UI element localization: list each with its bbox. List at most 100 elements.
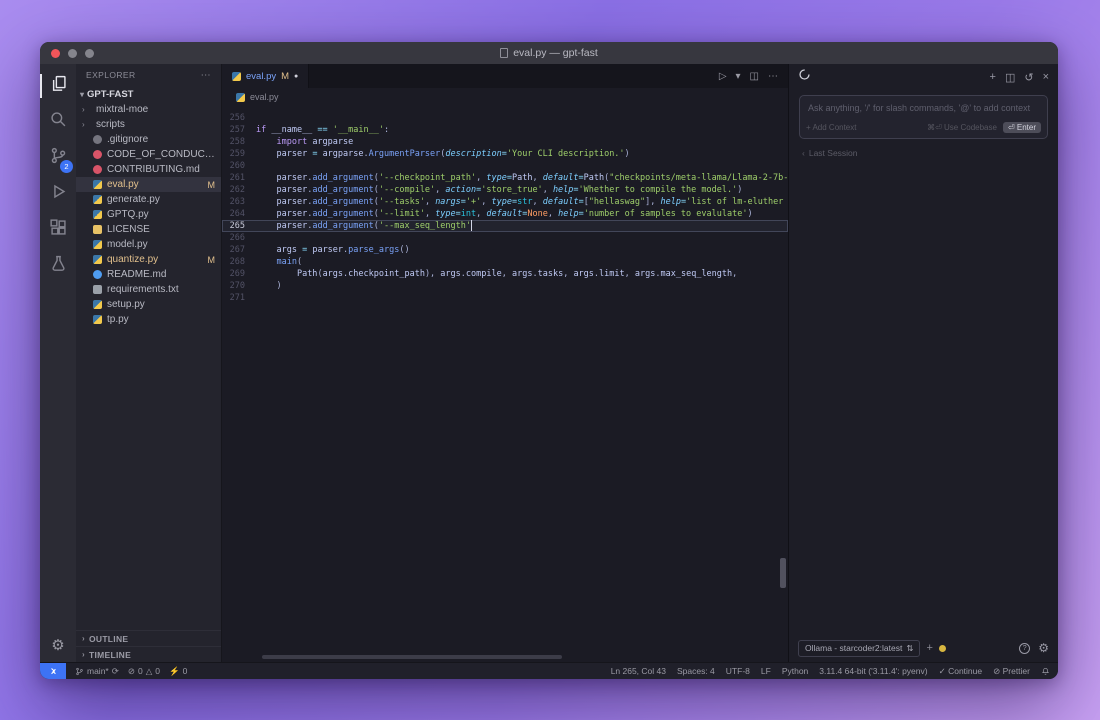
tree-item-tp-py[interactable]: tp.py — [76, 312, 221, 327]
code-text — [256, 160, 788, 172]
code-text: parser.add_argument('--checkpoint_path',… — [256, 172, 788, 184]
enter-button[interactable]: ⏎ Enter — [1003, 122, 1041, 133]
cursor-position[interactable]: Ln 265, Col 43 — [611, 666, 666, 676]
vertical-scrollbar[interactable] — [780, 558, 786, 588]
code-line[interactable]: 271 — [222, 292, 788, 304]
tree-item-contributing-md[interactable]: CONTRIBUTING.md — [76, 162, 221, 177]
code-area[interactable]: 256257if __name__ == '__main__':258 impo… — [222, 106, 788, 662]
modified-badge: M — [208, 255, 216, 265]
ai-chat-panel: + ◫ ↺ × Ask anything, '/' for slash comm… — [788, 64, 1058, 662]
line-number: 271 — [222, 292, 256, 304]
tree-item-requirements-txt[interactable]: requirements.txt — [76, 282, 221, 297]
add-model-button[interactable]: + — [926, 642, 932, 654]
zoom-button[interactable] — [85, 49, 94, 58]
explorer-activity-button[interactable] — [40, 68, 76, 104]
close-panel-icon[interactable]: × — [1043, 71, 1049, 84]
chat-panel-bottom: Ollama - starcoder2:latest ⇅ + ? ⚙ — [789, 634, 1058, 662]
run-python-file-icon[interactable]: ▷ — [719, 71, 727, 82]
history-icon[interactable]: ↺ — [1024, 71, 1033, 84]
remote-indicator[interactable] — [40, 663, 66, 679]
extensions-activity-button[interactable] — [40, 212, 76, 248]
tree-item-mixtral-moe[interactable]: ›mixtral-moe — [76, 102, 221, 117]
settings-gear-icon[interactable]: ⚙ — [51, 636, 64, 654]
code-line[interactable]: 268 main( — [222, 256, 788, 268]
new-session-icon[interactable]: + — [990, 71, 996, 84]
updown-caret-icon: ⇅ — [906, 643, 913, 654]
use-codebase-hint[interactable]: ⌘⏎ Use Codebase — [927, 123, 997, 132]
tab-eval-py[interactable]: eval.py M ● — [222, 64, 309, 88]
tree-item-model-py[interactable]: model.py — [76, 237, 221, 252]
chat-settings-gear-icon[interactable]: ⚙ — [1038, 641, 1049, 655]
code-line[interactable]: 266 — [222, 232, 788, 244]
split-editor-icon[interactable]: ◫ — [750, 71, 759, 82]
code-line[interactable]: 261 parser.add_argument('--checkpoint_pa… — [222, 172, 788, 184]
close-button[interactable] — [51, 49, 60, 58]
tree-item-scripts[interactable]: ›scripts — [76, 117, 221, 132]
last-session-link[interactable]: ‹ Last Session — [802, 148, 1045, 158]
notifications-bell[interactable] — [1041, 667, 1050, 676]
code-text: if __name__ == '__main__': — [256, 124, 788, 136]
python-interpreter[interactable]: 3.11.4 64-bit ('3.11.4': pyenv) — [819, 666, 927, 676]
line-number: 263 — [222, 196, 256, 208]
search-activity-button[interactable] — [40, 104, 76, 140]
chat-input[interactable]: Ask anything, '/' for slash commands, '@… — [799, 95, 1048, 139]
file-label: CONTRIBUTING.md — [107, 164, 200, 175]
horizontal-scrollbar[interactable] — [262, 655, 562, 659]
language-mode[interactable]: Python — [782, 666, 808, 676]
ports-item[interactable]: ⚡ 0 — [169, 666, 187, 677]
code-line[interactable]: 270 ) — [222, 280, 788, 292]
timeline-section[interactable]: › TIMELINE — [76, 646, 221, 662]
run-dropdown-icon[interactable]: ▾ — [736, 71, 741, 82]
tree-item-readme-md[interactable]: README.md — [76, 267, 221, 282]
eol-sequence[interactable]: LF — [761, 666, 771, 676]
python-file-icon — [93, 315, 102, 324]
code-line[interactable]: 260 — [222, 160, 788, 172]
minimize-button[interactable] — [68, 49, 77, 58]
status-bar: main* ⟳ ⊘ 0 △ 0 ⚡ 0 Ln 265, Col 43 Space… — [40, 662, 1058, 679]
code-line[interactable]: 259 parser = argparse.ArgumentParser(des… — [222, 148, 788, 160]
code-line[interactable]: 269 Path(args.checkpoint_path), args.com… — [222, 268, 788, 280]
window-controls — [40, 49, 94, 58]
tab-bar: eval.py M ● ▷ ▾ ◫ ⋯ — [222, 64, 788, 88]
chat-input-placeholder: Ask anything, '/' for slash commands, '@… — [800, 96, 1047, 122]
testing-activity-button[interactable] — [40, 248, 76, 284]
code-line[interactable]: 264 parser.add_argument('--limit', type=… — [222, 208, 788, 220]
problems-item[interactable]: ⊘ 0 △ 0 — [128, 666, 160, 677]
file-label: tp.py — [107, 314, 129, 325]
tree-item-gptq-py[interactable]: GPTQ.py — [76, 207, 221, 222]
toggle-layout-icon[interactable]: ◫ — [1005, 71, 1015, 84]
unsaved-dot-icon[interactable]: ● — [294, 73, 298, 80]
branch-item[interactable]: main* ⟳ — [75, 666, 119, 677]
continue-extension-item[interactable]: ✓ Continue — [939, 666, 983, 677]
code-line[interactable]: 256 — [222, 112, 788, 124]
tree-item-code-of-conduct-md[interactable]: CODE_OF_CONDUCT.md — [76, 147, 221, 162]
tree-item-eval-py[interactable]: eval.pyM — [76, 177, 221, 192]
model-select[interactable]: Ollama - starcoder2:latest ⇅ — [798, 640, 920, 657]
file-label: README.md — [107, 269, 166, 280]
code-line[interactable]: 265 parser.add_argument('--max_seq_lengt… — [222, 220, 788, 232]
tree-item-quantize-py[interactable]: quantize.pyM — [76, 252, 221, 267]
code-line[interactable]: 263 parser.add_argument('--tasks', nargs… — [222, 196, 788, 208]
encoding[interactable]: UTF-8 — [726, 666, 750, 676]
add-context-button[interactable]: + Add Context — [806, 123, 856, 132]
code-line[interactable]: 257if __name__ == '__main__': — [222, 124, 788, 136]
file-label: model.py — [107, 239, 148, 250]
prettier-extension-item[interactable]: ⊘ Prettier — [993, 666, 1030, 677]
code-line[interactable]: 262 parser.add_argument('--compile', act… — [222, 184, 788, 196]
source-control-activity-button[interactable]: 2 — [40, 140, 76, 176]
breadcrumb[interactable]: eval.py — [222, 88, 788, 106]
run-debug-activity-button[interactable] — [40, 176, 76, 212]
tree-item-setup-py[interactable]: setup.py — [76, 297, 221, 312]
tree-item--gitignore[interactable]: .gitignore — [76, 132, 221, 147]
help-icon[interactable]: ? — [1019, 643, 1030, 654]
outline-section[interactable]: › OUTLINE — [76, 630, 221, 646]
workspace-root-row[interactable]: ▾ GPT-FAST — [76, 86, 221, 102]
tree-item-license[interactable]: LICENSE — [76, 222, 221, 237]
tree-item-generate-py[interactable]: generate.py — [76, 192, 221, 207]
code-line[interactable]: 267 args = parser.parse_args() — [222, 244, 788, 256]
indentation[interactable]: Spaces: 4 — [677, 666, 715, 676]
more-actions-icon[interactable]: ⋯ — [768, 71, 778, 82]
code-line[interactable]: 258 import argparse — [222, 136, 788, 148]
more-actions-icon[interactable]: ⋯ — [201, 70, 211, 81]
back-arrow-icon: ‹ — [802, 148, 805, 158]
